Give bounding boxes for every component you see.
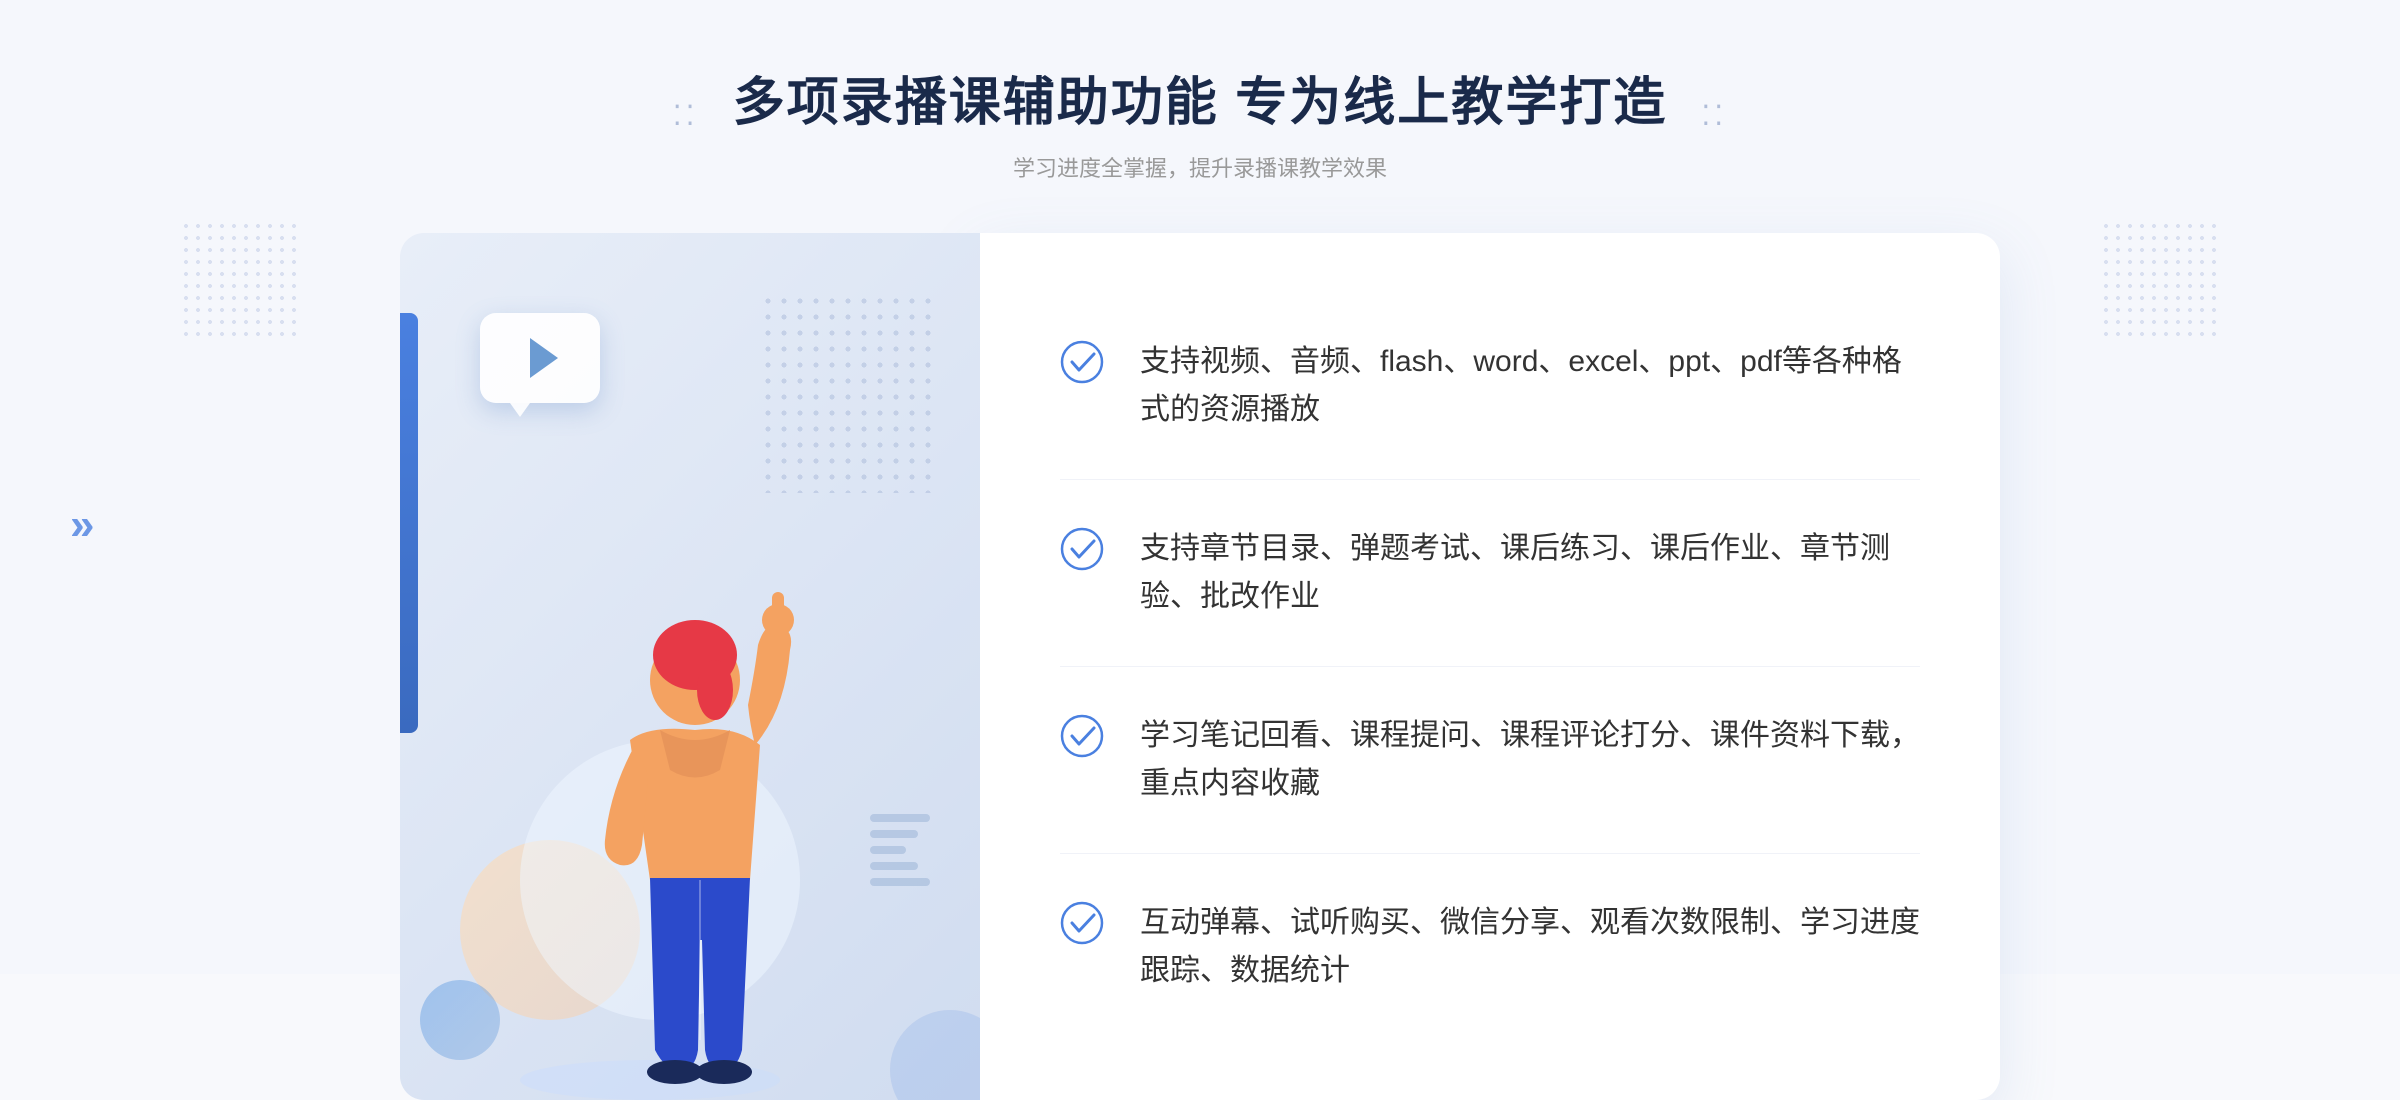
double-arrow-decoration: » [70, 500, 94, 550]
feature-item-4: 互动弹幕、试听购买、微信分享、观看次数限制、学习进度跟踪、数据统计 [1060, 854, 1920, 1040]
play-icon [530, 338, 558, 378]
page-container: » 多项录播课辅助功能 专为线上教学打造 学习进度全掌握，提升录播课教学效果 [0, 0, 2400, 974]
stripe-2 [870, 830, 918, 838]
main-title: 多项录播课辅助功能 专为线上教学打造 [733, 60, 1667, 135]
content-area: 支持视频、音频、flash、word、excel、ppt、pdf等各种格式的资源… [400, 233, 2000, 1100]
check-icon-3 [1060, 714, 1104, 758]
feature-text-2: 支持章节目录、弹题考试、课后练习、课后作业、章节测验、批改作业 [1140, 525, 1920, 621]
check-icon-2 [1060, 527, 1104, 571]
illustration-dots [760, 293, 940, 493]
play-bubble [480, 313, 600, 403]
dots-decoration-left [180, 220, 300, 340]
stripes-block [870, 800, 930, 900]
check-icon-4 [1060, 901, 1104, 945]
feature-text-1: 支持视频、音频、flash、word、excel、ppt、pdf等各种格式的资源… [1140, 338, 1920, 434]
dots-decoration-right [2100, 220, 2220, 340]
stripe-3 [870, 846, 906, 854]
feature-text-4: 互动弹幕、试听购买、微信分享、观看次数限制、学习进度跟踪、数据统计 [1140, 899, 1920, 995]
sub-title: 学习进度全掌握，提升录播课教学效果 [733, 151, 1667, 183]
stripe-1 [870, 814, 930, 822]
circle-small-blue [420, 980, 500, 1060]
header-section: 多项录播课辅助功能 专为线上教学打造 学习进度全掌握，提升录播课教学效果 [733, 60, 1667, 183]
features-panel: 支持视频、音频、flash、word、excel、ppt、pdf等各种格式的资源… [980, 233, 2000, 1100]
accent-bar [400, 313, 418, 733]
semi-circle-decoration [890, 1010, 980, 1100]
check-icon-1 [1060, 340, 1104, 384]
stripe-5 [870, 878, 930, 886]
illustration-panel [400, 233, 980, 1100]
person-illustration [500, 560, 800, 1100]
stripe-4 [870, 862, 918, 870]
feature-item-1: 支持视频、音频、flash、word、excel、ppt、pdf等各种格式的资源… [1060, 293, 1920, 480]
feature-item-2: 支持章节目录、弹题考试、课后练习、课后作业、章节测验、批改作业 [1060, 480, 1920, 667]
feature-item-3: 学习笔记回看、课程提问、课程评论打分、课件资料下载，重点内容收藏 [1060, 667, 1920, 854]
feature-text-3: 学习笔记回看、课程提问、课程评论打分、课件资料下载，重点内容收藏 [1140, 712, 1920, 808]
